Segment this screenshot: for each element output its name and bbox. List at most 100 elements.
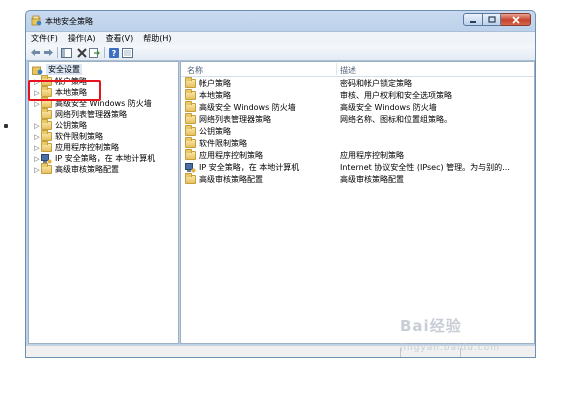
- baidu-watermark: Bai经验 jingyan.baidu.com: [400, 315, 500, 354]
- expand-icon[interactable]: ▷: [33, 122, 41, 130]
- column-header-description[interactable]: 描述: [340, 65, 356, 76]
- console-tree-button[interactable]: [61, 47, 72, 58]
- maximize-button[interactable]: [483, 13, 501, 26]
- folder-icon: [185, 125, 196, 136]
- ip-security-icon: [185, 162, 196, 172]
- help-button[interactable]: ?: [108, 47, 119, 58]
- list-item-description: 网络名称、图标和位置组策略。: [340, 115, 452, 124]
- list-item-name: 公钥策略: [199, 127, 231, 136]
- page-bullet-mark: [4, 124, 8, 128]
- list-item-name: 高级安全 Windows 防火墙: [199, 103, 296, 112]
- tree-item-label: 公钥策略: [55, 121, 87, 130]
- list-item-name: 帐户策略: [199, 79, 231, 88]
- title-bar[interactable]: 本地安全策略: [26, 11, 535, 31]
- menu-bar: 文件(F) 操作(A) 查看(V) 帮助(H): [26, 31, 535, 45]
- expand-icon[interactable]: ▷: [33, 155, 41, 163]
- window-controls: [463, 13, 531, 26]
- watermark-subtext: jingyan.baidu.com: [400, 336, 500, 354]
- list-item-description: 高级安全 Windows 防火墙: [340, 103, 437, 112]
- minimize-icon: [470, 20, 476, 23]
- folder-icon: [41, 119, 52, 130]
- folder-icon: [41, 108, 52, 119]
- list-item-description: 应用程序控制策略: [340, 151, 404, 160]
- folder-icon: [185, 101, 196, 112]
- help-icon: ?: [108, 47, 119, 58]
- tree-item-label: 应用程序控制策略: [55, 143, 119, 152]
- console-tree-pane: 安全设置 ▷ 帐户策略 ▷ 本地策略 ▷ 高级安全 Windows 防火墙 网络…: [28, 61, 179, 344]
- toolbar: ?: [26, 45, 535, 61]
- watermark-text: Bai: [400, 317, 430, 335]
- column-header-name[interactable]: 名称: [187, 65, 203, 76]
- list-item[interactable]: 软件限制策略: [181, 137, 534, 148]
- tree-item-label: 网络列表管理器策略: [55, 110, 127, 119]
- tree-item-app-control[interactable]: ▷ 应用程序控制策略: [33, 141, 119, 153]
- list-item[interactable]: 本地策略 审核、用户权利和安全选项策略: [181, 89, 534, 100]
- list-item-name: 网络列表管理器策略: [199, 115, 271, 124]
- tree-root-security-settings[interactable]: 安全设置: [32, 64, 82, 75]
- folder-icon: [41, 141, 52, 152]
- list-item[interactable]: 高级审核策略配置 高级审核策略配置: [181, 173, 534, 184]
- console-tree-icon: [61, 47, 72, 58]
- folder-icon: [185, 137, 196, 148]
- list-item[interactable]: IP 安全策略，在 本地计算机 Internet 协议安全性 (IPsec) 管…: [181, 161, 534, 172]
- svg-text:?: ?: [111, 49, 116, 58]
- menu-action[interactable]: 操作(A): [63, 32, 101, 45]
- window-title: 本地安全策略: [45, 17, 93, 26]
- list-item-name: 高级审核策略配置: [199, 175, 263, 184]
- list-item-name: 本地策略: [199, 91, 231, 100]
- list-item[interactable]: 应用程序控制策略 应用程序控制策略: [181, 149, 534, 160]
- folder-icon: [185, 149, 196, 160]
- toolbar-separator: [104, 47, 105, 58]
- list-item-name: IP 安全策略，在 本地计算机: [199, 163, 300, 172]
- security-policy-app-icon: [31, 15, 42, 26]
- delete-icon: [76, 47, 87, 58]
- folder-icon: [41, 130, 52, 141]
- list-header: 名称 描述: [181, 62, 534, 77]
- list-item-description: 高级审核策略配置: [340, 175, 404, 184]
- forward-arrow-icon: [44, 49, 53, 56]
- folder-icon: [185, 89, 196, 100]
- folder-icon: [41, 163, 52, 174]
- forward-button[interactable]: [43, 47, 54, 58]
- folder-icon: [185, 113, 196, 124]
- annotation-highlight-box: [28, 80, 101, 101]
- column-divider[interactable]: [336, 63, 337, 75]
- tree-root-label: 安全设置: [46, 64, 82, 75]
- list-item[interactable]: 高级安全 Windows 防火墙 高级安全 Windows 防火墙: [181, 101, 534, 112]
- folder-icon: [185, 77, 196, 88]
- tree-item-advanced-audit[interactable]: ▷ 高级审核策略配置: [33, 163, 119, 175]
- menu-file[interactable]: 文件(F): [26, 32, 63, 45]
- maximize-icon: [487, 16, 496, 23]
- menu-help[interactable]: 帮助(H): [138, 32, 176, 45]
- export-list-button[interactable]: [89, 47, 100, 58]
- back-button[interactable]: [30, 47, 41, 58]
- close-button[interactable]: [501, 13, 531, 26]
- tree-item-label: IP 安全策略，在 本地计算机: [55, 154, 156, 163]
- properties-button[interactable]: [122, 47, 133, 58]
- list-item-description: 审核、用户权利和安全选项策略: [340, 91, 452, 100]
- details-pane: 名称 描述 帐户策略 密码和帐户锁定策略 本地策略 审核、用户权利和安全选项策略…: [180, 61, 535, 344]
- list-item[interactable]: 网络列表管理器策略 网络名称、图标和位置组策略。: [181, 113, 534, 124]
- menu-view[interactable]: 查看(V): [101, 32, 139, 45]
- delete-button[interactable]: [76, 47, 87, 58]
- minimize-button[interactable]: [463, 13, 483, 26]
- folder-icon: [185, 173, 196, 184]
- properties-icon: [122, 47, 133, 58]
- list-item-name: 软件限制策略: [199, 139, 247, 148]
- tree-item-label: 高级审核策略配置: [55, 165, 119, 174]
- list-item-description: 密码和帐户锁定策略: [340, 79, 412, 88]
- expand-icon[interactable]: ▷: [33, 144, 41, 152]
- tree-item-ip-security[interactable]: ▷ IP 安全策略，在 本地计算机: [33, 153, 155, 164]
- expand-icon[interactable]: ▷: [33, 166, 41, 174]
- mmc-window: 本地安全策略 文件(F) 操作(A) 查看(V) 帮助(H) ? 安全设置 ▷ …: [25, 10, 536, 358]
- back-arrow-icon: [31, 49, 40, 56]
- list-item[interactable]: 公钥策略: [181, 125, 534, 136]
- list-item-description: Internet 协议安全性 (IPsec) 管理。为与别的...: [340, 163, 510, 172]
- ip-security-icon: [41, 153, 52, 163]
- expand-icon[interactable]: ▷: [33, 133, 41, 141]
- tree-item-label: 软件限制策略: [55, 132, 103, 141]
- security-settings-icon: [32, 66, 43, 75]
- watermark-url: jingyan.baidu.com: [400, 343, 501, 353]
- export-list-icon: [89, 47, 100, 58]
- list-item[interactable]: 帐户策略 密码和帐户锁定策略: [181, 77, 534, 88]
